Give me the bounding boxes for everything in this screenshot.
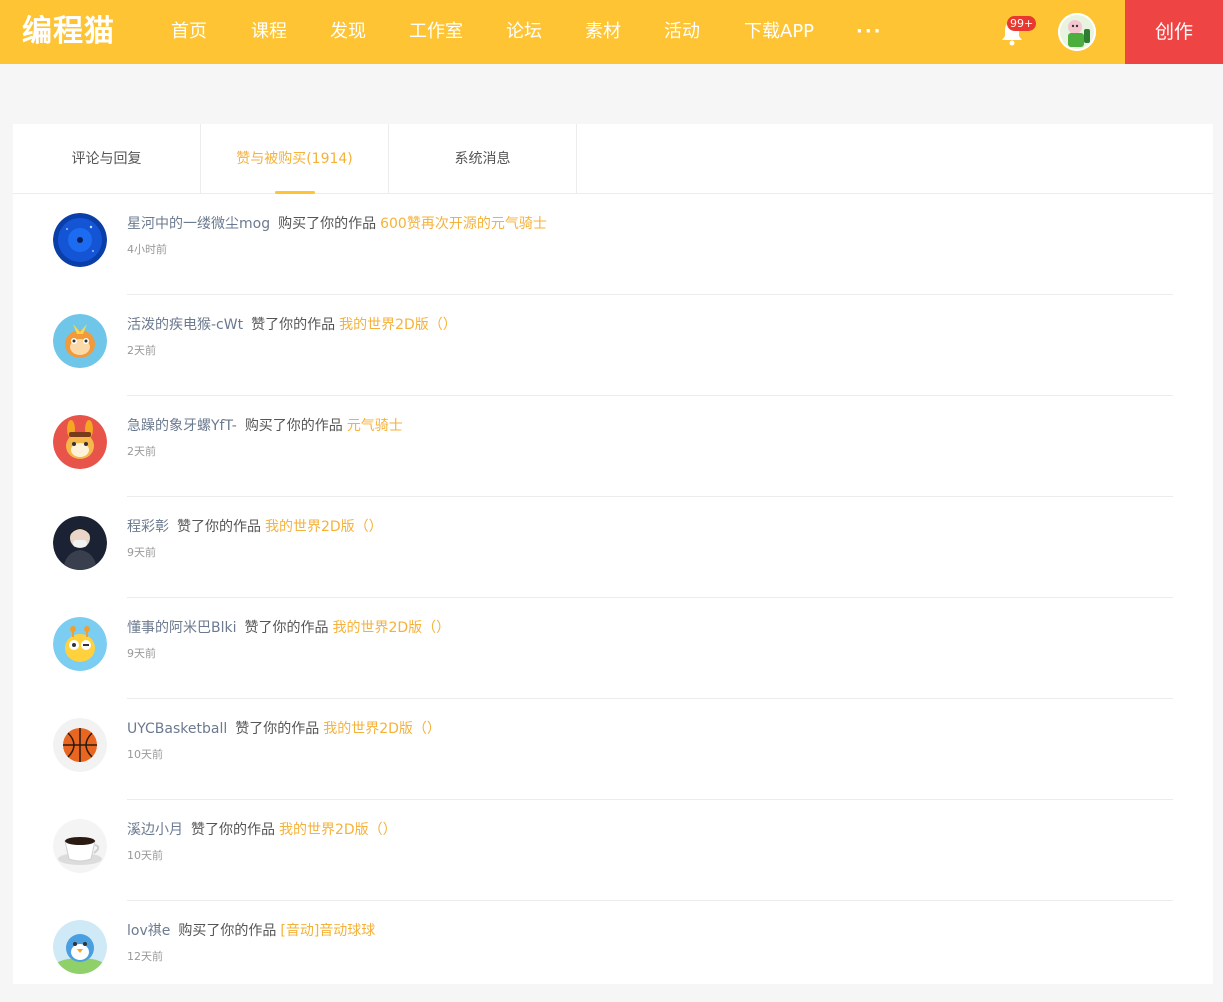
user-avatar[interactable] bbox=[1058, 13, 1096, 51]
message-text: 星河中的一缕微尘mog 购买了你的作品 600赞再次开源的元气骑士 bbox=[127, 214, 547, 234]
avatar-coffee bbox=[53, 819, 107, 873]
avatar-basketball bbox=[53, 718, 107, 772]
avatar[interactable] bbox=[53, 920, 107, 974]
avatar-giraffe bbox=[53, 617, 107, 671]
message-username[interactable]: 急躁的象牙螺YfT- bbox=[127, 418, 237, 434]
nav-item-forum[interactable]: 论坛 bbox=[506, 0, 542, 64]
message-action: 购买了你的作品 bbox=[278, 216, 377, 232]
nav-item-studio[interactable]: 工作室 bbox=[409, 0, 463, 64]
message-action: 赞了你的作品 bbox=[244, 620, 329, 636]
message-tabs: 评论与回复 赞与被购买(1914) 系统消息 bbox=[13, 124, 1213, 194]
list-item: UYCBasketball 赞了你的作品 我的世界2D版（） 10天前 bbox=[53, 699, 1173, 800]
message-username[interactable]: 懂事的阿米巴Blki bbox=[127, 620, 237, 636]
message-work-link[interactable]: 600赞再次开源的元气骑士 bbox=[380, 216, 547, 232]
user-avatar-image bbox=[1058, 13, 1096, 51]
avatar[interactable] bbox=[53, 415, 107, 469]
avatar[interactable] bbox=[53, 819, 107, 873]
message-time: 9天前 bbox=[127, 647, 156, 660]
message-action: 购买了你的作品 bbox=[178, 923, 277, 939]
message-time: 2天前 bbox=[127, 344, 156, 357]
message-text: lov祺e 购买了你的作品 [音动]音动球球 bbox=[127, 921, 375, 941]
message-text: 程彩彰 赞了你的作品 我的世界2D版（） bbox=[127, 517, 383, 537]
message-work-link[interactable]: 我的世界2D版（） bbox=[339, 317, 457, 333]
avatar[interactable] bbox=[53, 213, 107, 267]
avatar[interactable] bbox=[53, 718, 107, 772]
message-work-link[interactable]: 我的世界2D版（） bbox=[265, 519, 383, 535]
avatar[interactable] bbox=[53, 314, 107, 368]
message-text: UYCBasketball 赞了你的作品 我的世界2D版（） bbox=[127, 719, 441, 739]
avatar[interactable] bbox=[53, 617, 107, 671]
message-text: 急躁的象牙螺YfT- 购买了你的作品 元气骑士 bbox=[127, 416, 403, 436]
message-time: 10天前 bbox=[127, 849, 163, 862]
message-username[interactable]: 星河中的一缕微尘mog bbox=[127, 216, 270, 232]
list-item: 溪边小月 赞了你的作品 我的世界2D版（） 10天前 bbox=[53, 800, 1173, 901]
avatar[interactable] bbox=[53, 516, 107, 570]
tab-likes-purchases[interactable]: 赞与被购买(1914) bbox=[201, 124, 389, 194]
tab-likes-purchases-label: 赞与被购买(1914) bbox=[236, 151, 353, 167]
messages-panel: 评论与回复 赞与被购买(1914) 系统消息 星河中的一缕微尘mog 购买了你的… bbox=[13, 124, 1213, 984]
tab-system-messages[interactable]: 系统消息 bbox=[389, 124, 577, 194]
message-action: 赞了你的作品 bbox=[251, 317, 336, 333]
message-work-link[interactable]: 我的世界2D版（） bbox=[333, 620, 451, 636]
notification-badge: 99+ bbox=[1007, 16, 1037, 31]
nav-item-materials[interactable]: 素材 bbox=[585, 0, 621, 64]
avatar-monkey bbox=[53, 314, 107, 368]
list-item: 程彩彰 赞了你的作品 我的世界2D版（） 9天前 bbox=[53, 497, 1173, 598]
message-work-link[interactable]: 元气骑士 bbox=[347, 418, 403, 434]
message-work-link[interactable]: [音动]音动球球 bbox=[280, 923, 375, 939]
nav-item-courses[interactable]: 课程 bbox=[251, 0, 287, 64]
nav-more-button[interactable]: ··· bbox=[856, 0, 883, 64]
nav-item-download-app[interactable]: 下载APP bbox=[744, 0, 814, 64]
nav-item-discover[interactable]: 发现 bbox=[330, 0, 366, 64]
avatar-rabbit bbox=[53, 415, 107, 469]
list-item: 活泼的疾电猴-cWt 赞了你的作品 我的世界2D版（） 2天前 bbox=[53, 295, 1173, 396]
message-action: 赞了你的作品 bbox=[191, 822, 275, 838]
message-username[interactable]: 溪边小月 bbox=[127, 822, 183, 838]
message-action: 赞了你的作品 bbox=[177, 519, 261, 535]
message-time: 9天前 bbox=[127, 546, 156, 559]
message-text: 活泼的疾电猴-cWt 赞了你的作品 我的世界2D版（） bbox=[127, 315, 457, 335]
message-time: 10天前 bbox=[127, 748, 163, 761]
nav-item-home[interactable]: 首页 bbox=[171, 0, 207, 64]
nav-item-events[interactable]: 活动 bbox=[664, 0, 700, 64]
message-action: 购买了你的作品 bbox=[244, 418, 343, 434]
message-work-link[interactable]: 我的世界2D版（） bbox=[323, 721, 441, 737]
message-text: 懂事的阿米巴Blki 赞了你的作品 我的世界2D版（） bbox=[127, 618, 450, 638]
message-username[interactable]: 活泼的疾电猴-cWt bbox=[127, 317, 243, 333]
list-item: 星河中的一缕微尘mog 购买了你的作品 600赞再次开源的元气骑士 4小时前 bbox=[53, 194, 1173, 295]
create-button[interactable]: 创作 bbox=[1125, 0, 1223, 64]
tab-comments-replies[interactable]: 评论与回复 bbox=[13, 124, 201, 194]
avatar-blue-sphere bbox=[53, 213, 107, 267]
message-text: 溪边小月 赞了你的作品 我的世界2D版（） bbox=[127, 820, 397, 840]
message-time: 12天前 bbox=[127, 950, 163, 963]
message-username[interactable]: UYCBasketball bbox=[127, 721, 227, 737]
list-item: lov祺e 购买了你的作品 [音动]音动球球 12天前 bbox=[53, 901, 1173, 1002]
avatar-person bbox=[53, 516, 107, 570]
message-username[interactable]: lov祺e bbox=[127, 923, 170, 939]
message-work-link[interactable]: 我的世界2D版（） bbox=[279, 822, 397, 838]
top-header: 编程猫 首页 课程 发现 工作室 论坛 素材 活动 下载APP ··· 99+ … bbox=[0, 0, 1223, 64]
message-username[interactable]: 程彩彰 bbox=[127, 519, 169, 535]
message-time: 4小时前 bbox=[127, 243, 167, 256]
message-time: 2天前 bbox=[127, 445, 156, 458]
list-item: 急躁的象牙螺YfT- 购买了你的作品 元气骑士 2天前 bbox=[53, 396, 1173, 497]
list-item: 懂事的阿米巴Blki 赞了你的作品 我的世界2D版（） 9天前 bbox=[53, 598, 1173, 699]
message-action: 赞了你的作品 bbox=[235, 721, 320, 737]
avatar-bird bbox=[53, 920, 107, 974]
site-logo[interactable]: 编程猫 bbox=[22, 11, 115, 53]
